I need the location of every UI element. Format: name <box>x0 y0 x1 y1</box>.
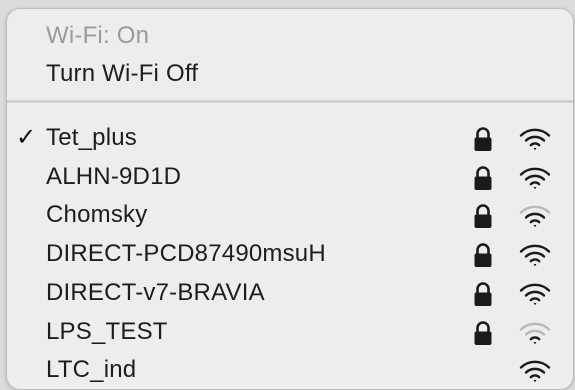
turn-wifi-off-label: Turn Wi-Fi Off <box>46 60 199 87</box>
network-name: LPS_TEST <box>46 317 168 345</box>
turn-wifi-off-button[interactable]: Turn Wi-Fi Off <box>7 55 573 93</box>
network-item[interactable]: Chomsky <box>7 196 573 234</box>
checkmark-icon: ✓ <box>16 124 37 151</box>
wifi-icon <box>519 128 551 150</box>
network-name: DIRECT-v7-BRAVIA <box>46 278 265 306</box>
network-name: DIRECT-PCD87490msuH <box>46 240 326 268</box>
network-name: Tet_plus <box>46 124 137 151</box>
lock-icon <box>474 165 492 190</box>
lock-icon <box>474 127 492 151</box>
network-name: ALHN-9D1D <box>46 162 182 190</box>
lock-icon <box>474 204 492 229</box>
network-item[interactable]: ALHN-9D1D <box>7 158 573 196</box>
wifi-icon <box>519 360 551 383</box>
wifi-icon <box>519 283 551 305</box>
network-item[interactable]: DIRECT-v7-BRAVIA <box>7 274 573 312</box>
wifi-menu: Wi-Fi: On Turn Wi-Fi Off ✓ Tet_plus ALHN-9… <box>6 8 574 390</box>
wifi-status-label: Wi-Fi: On <box>46 22 150 49</box>
network-item[interactable]: DIRECT-PCD87490msuH <box>7 235 573 273</box>
wifi-icon <box>519 244 551 267</box>
lock-icon <box>474 320 492 345</box>
network-name: Chomsky <box>46 201 148 229</box>
network-item[interactable]: LPS_TEST <box>7 313 573 351</box>
network-item[interactable]: ✓ Tet_plus <box>7 119 573 157</box>
wifi-icon <box>519 322 551 344</box>
lock-icon <box>474 243 492 268</box>
wifi-status-item: Wi-Fi: On <box>7 17 573 55</box>
wifi-icon <box>519 206 551 228</box>
lock-icon <box>474 282 492 306</box>
network-item[interactable]: LTC_ind <box>7 351 573 389</box>
menu-separator <box>7 100 573 103</box>
network-name: LTC_ind <box>46 356 137 384</box>
wifi-icon <box>519 167 551 189</box>
